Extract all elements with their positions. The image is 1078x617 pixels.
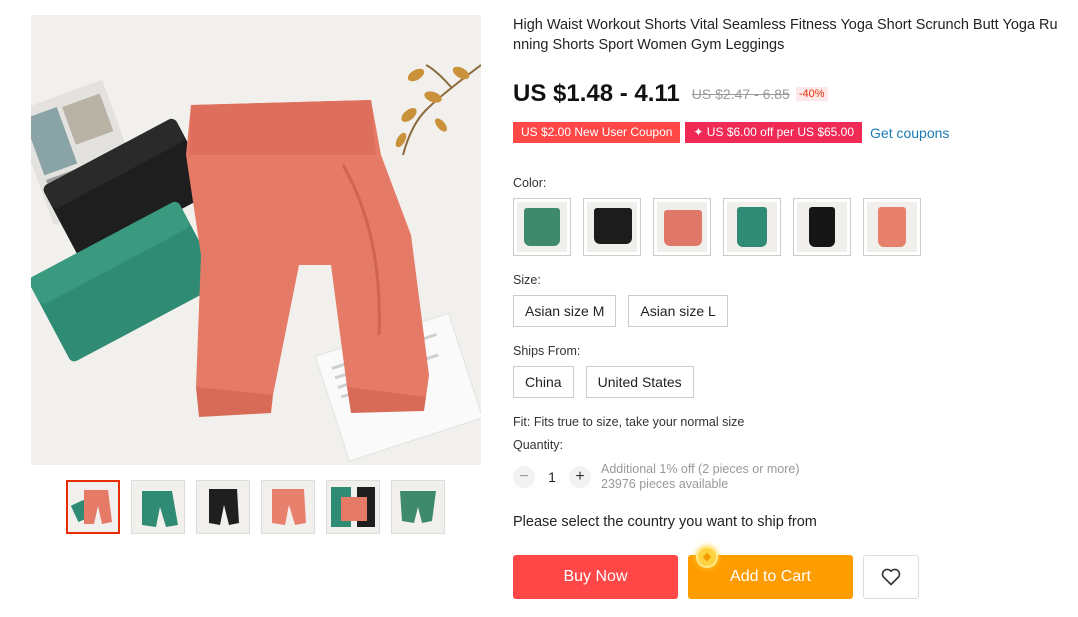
coupon-row: US $2.00 New User Coupon ✦ US $6.00 off … [513,122,949,143]
fit-note: Fit: Fits true to size, take your normal… [513,415,745,429]
color-swatch-black-long[interactable] [793,198,851,256]
bulk-discount-text: Additional 1% off (2 pieces or more) [601,462,800,476]
wishlist-button[interactable] [863,555,919,599]
heart-icon [881,568,901,586]
price-row: US $1.48 - 4.11 US $2.47 - 6.85 -40% [513,80,828,108]
color-swatch-black[interactable] [583,198,641,256]
ship-country-message: Please select the country you want to sh… [513,514,817,530]
quantity-stepper: − 1 + Additional 1% off (2 pieces or mor… [513,462,799,492]
size-options: Asian size M Asian size L [513,295,728,327]
color-swatch-green[interactable] [513,198,571,256]
color-swatch-teal[interactable] [723,198,781,256]
get-coupons-link[interactable]: Get coupons [870,125,949,141]
thumbnail-strip [66,480,445,534]
thumbnail[interactable] [66,480,120,534]
thumbnail[interactable] [131,480,185,534]
stock-text: 23976 pieces available [601,477,729,491]
quantity-input[interactable]: 1 [535,469,569,485]
new-user-coupon[interactable]: US $2.00 New User Coupon [513,122,681,143]
main-product-image[interactable] [31,15,481,465]
original-price: US $2.47 - 6.85 [691,86,790,102]
color-swatch-pink-long[interactable] [863,198,921,256]
thumbnail[interactable] [196,480,250,534]
buy-now-button[interactable]: Buy Now [513,555,678,599]
store-coupon[interactable]: ✦ US $6.00 off per US $65.00 [685,122,863,143]
color-swatch-pink[interactable] [653,198,711,256]
ships-from-options: China United States [513,366,694,398]
price: US $1.48 - 4.11 [513,80,680,107]
thumbnail[interactable] [391,480,445,534]
size-label: Size: [513,273,541,287]
size-option-m[interactable]: Asian size M [513,295,617,327]
quantity-plus-button[interactable]: + [569,466,591,488]
ship-option-china[interactable]: China [513,366,574,398]
thumbnail[interactable] [326,480,380,534]
product-title: High Waist Workout Shorts Vital Seamless… [513,17,1058,53]
quantity-label: Quantity: [513,438,564,452]
quantity-minus-button[interactable]: − [513,466,535,488]
ships-from-label: Ships From: [513,344,581,358]
color-swatches [513,198,921,256]
discount-badge: -40% [795,87,828,101]
quantity-info: Additional 1% off (2 pieces or more) 239… [601,462,799,492]
size-option-l[interactable]: Asian size L [628,295,728,327]
ship-option-us[interactable]: United States [585,366,694,398]
color-label: Color: [513,176,547,190]
product-photo [31,15,481,465]
coin-icon [696,546,718,568]
thumbnail[interactable] [261,480,315,534]
